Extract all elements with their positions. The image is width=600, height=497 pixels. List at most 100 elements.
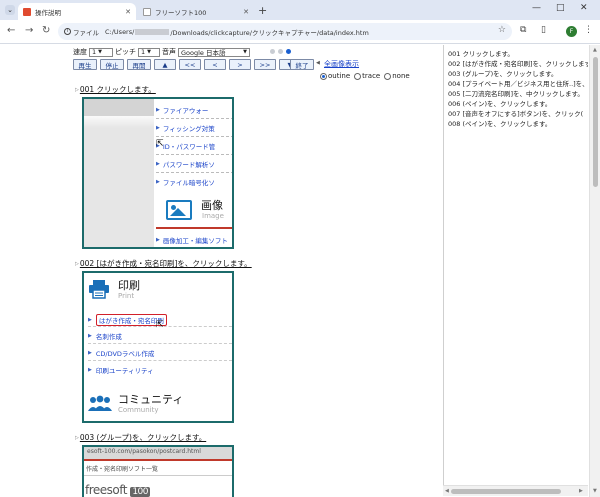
step-screenshot[interactable]: esoft-100.com/pasokon/postcard.html 作成・宛…: [82, 445, 234, 497]
triangle-icon: ▶: [88, 333, 92, 339]
pitch-label: ピッチ: [115, 48, 136, 56]
slide-dot[interactable]: [278, 49, 283, 54]
play-button[interactable]: 再生: [73, 59, 97, 70]
next-button[interactable]: >: [229, 59, 251, 70]
site-info-button[interactable]: i ファイル: [64, 27, 99, 37]
slide-dot[interactable]: [270, 49, 275, 54]
voice-select[interactable]: Google 日本語 ▼: [178, 47, 250, 57]
radio-icon: [384, 72, 392, 80]
voice-controls: 速度 1 ▼ ピッチ 1 ▼ 音声 Google 日本語 ▼: [73, 47, 250, 57]
radio-label: trace: [362, 72, 381, 80]
menu-item: ▶ ファイアウォー: [156, 105, 208, 115]
log-line[interactable]: 002 [はがき作成・宛名印刷]を、クリックします。: [448, 58, 588, 68]
minimize-button[interactable]: —: [532, 3, 541, 13]
divider: [88, 343, 232, 344]
info-icon: i: [64, 28, 71, 35]
pitch-select[interactable]: 1 ▼: [138, 47, 160, 57]
tab-inactive[interactable]: フリーソフト100 ✕: [138, 3, 254, 20]
first-button[interactable]: <<: [179, 59, 201, 70]
menu-item: ▶ CD/DVDラベル作成: [88, 348, 154, 358]
menu-kebab-icon[interactable]: ⋮: [584, 25, 593, 35]
menu-item-label: 名刺作成: [95, 333, 122, 341]
step-screenshot[interactable]: 印刷 Print ▶ はがき作成・宛名印刷 ▶ 名刺作成 ▶ CD/DVDラベル作成 …: [82, 271, 234, 423]
radio-trace[interactable]: trace: [354, 72, 380, 80]
log-horizontal-scrollbar[interactable]: ◀ ▶: [443, 485, 588, 496]
back-icon[interactable]: ←: [7, 25, 15, 36]
category-subtitle: Print: [118, 292, 135, 300]
prev-button[interactable]: <: [204, 59, 226, 70]
bookmark-star-icon[interactable]: ☆: [498, 25, 506, 35]
menu-item-label: ファイル暗号化ソ: [162, 179, 215, 187]
log-line[interactable]: 004 [プライベート用／ビジネス用と住所..]を、ク: [448, 78, 588, 88]
page-vertical-scrollbar[interactable]: ▲ ▼: [589, 45, 600, 497]
log-line[interactable]: 006 (ペイン)を、クリックします。: [448, 98, 551, 108]
logo-text: freesoft: [85, 483, 127, 497]
scroll-left-icon[interactable]: ◀: [445, 488, 449, 494]
radio-label: outine: [328, 72, 351, 80]
log-line[interactable]: 008 (ペイン)を、クリックします。: [448, 118, 551, 128]
chevron-down-icon: ▼: [147, 49, 151, 55]
screenshot-breadcrumb: 作成・宛名印刷ソフト一覧: [86, 466, 159, 473]
menu-item: ▶ ID・パスワード管: [156, 141, 215, 151]
radio-icon: [354, 72, 362, 80]
sidepanel-icon[interactable]: ▯: [541, 25, 546, 35]
step-title[interactable]: ▷ 001 クリックします。: [75, 84, 156, 95]
speed-select[interactable]: 1 ▼: [89, 47, 113, 57]
scroll-up-icon[interactable]: ▲: [593, 47, 597, 53]
scrollbar-thumb[interactable]: [451, 489, 561, 494]
step-marker-icon: ▷: [75, 260, 79, 267]
scroll-down-icon[interactable]: ▼: [593, 488, 597, 494]
forward-icon[interactable]: →: [25, 25, 33, 36]
chevron-down-icon: ▼: [98, 49, 102, 55]
scrollbar-thumb[interactable]: [593, 57, 598, 187]
tab-title: フリーソフト100: [155, 8, 207, 17]
stop-button[interactable]: 停止: [100, 59, 124, 70]
radio-label: none: [392, 72, 410, 80]
divider: [156, 136, 232, 137]
divider: [88, 360, 232, 361]
scroll-right-icon[interactable]: ▶: [579, 488, 583, 494]
step-title-text: 001 クリックします。: [79, 85, 156, 94]
category-title: コミュニティ: [118, 393, 184, 406]
log-line[interactable]: 001 クリックします。: [448, 48, 514, 58]
reload-icon[interactable]: ↻: [42, 25, 50, 36]
slide-dot-active[interactable]: [286, 49, 291, 54]
url-prefix: C:/Users/: [105, 27, 135, 36]
category-subtitle: Image: [202, 212, 224, 220]
extensions-icon[interactable]: ⧉: [520, 25, 526, 35]
menu-item-label: パスワード解析ソ: [162, 161, 215, 169]
step-title[interactable]: ▷ 002 [はがき作成・宛名印刷]を、クリックします。: [75, 258, 252, 269]
profile-avatar[interactable]: F: [566, 26, 577, 37]
exit-button[interactable]: 終了: [290, 59, 314, 70]
up-button[interactable]: ▲: [154, 59, 176, 70]
log-line[interactable]: 007 [音声をオフにする]ボタン)を、クリック(: [448, 108, 583, 118]
close-window-button[interactable]: ✕: [580, 3, 588, 13]
radio-none[interactable]: none: [384, 72, 410, 80]
radio-selected-icon: [320, 72, 327, 80]
last-button[interactable]: >>: [254, 59, 276, 70]
menu-item-label: 印刷ユーティリティ: [95, 367, 154, 375]
triangle-icon: ▶: [88, 367, 92, 373]
close-tab-icon[interactable]: ✕: [243, 8, 249, 16]
maximize-button[interactable]: □: [556, 3, 565, 13]
url-suffix: /Downloads/clickcapture/クリックキャプチャー/data/…: [170, 28, 369, 37]
log-line[interactable]: 003 (グループ)を、クリックします。: [448, 68, 558, 78]
address-bar[interactable]: i ファイル C:/Users/ /Downloads/clickcapture/…: [58, 23, 512, 40]
step-title[interactable]: ▷ 003 (グループ)を、クリックします。: [75, 432, 206, 443]
triangle-icon: ▶: [156, 161, 160, 167]
voice-label: 音声: [162, 48, 176, 56]
new-tab-button[interactable]: +: [258, 4, 267, 17]
log-line[interactable]: 005 [二刀流宛名印刷]を、中クリックします。: [448, 88, 584, 98]
close-tab-icon[interactable]: ✕: [125, 8, 131, 16]
tab-title: 操作説明: [35, 8, 61, 17]
step-screenshot[interactable]: ▶ ファイアウォー ▶ フィッシング対策 ▶ ID・パスワード管 ▶ パスワード解析ソ …: [82, 97, 234, 249]
tab-active[interactable]: 操作説明 ✕: [18, 3, 136, 20]
all-images-link[interactable]: 全画像表示: [324, 59, 359, 69]
tab-search-button[interactable]: ⌄: [5, 5, 15, 15]
red-divider: [156, 227, 232, 229]
triangle-icon: ▶: [156, 125, 160, 131]
link-marker-icon: ◀: [316, 60, 320, 66]
menu-item: ▶ 名刺作成: [88, 331, 122, 341]
resume-button[interactable]: 再開: [127, 59, 151, 70]
radio-outline[interactable]: outine: [320, 72, 350, 80]
